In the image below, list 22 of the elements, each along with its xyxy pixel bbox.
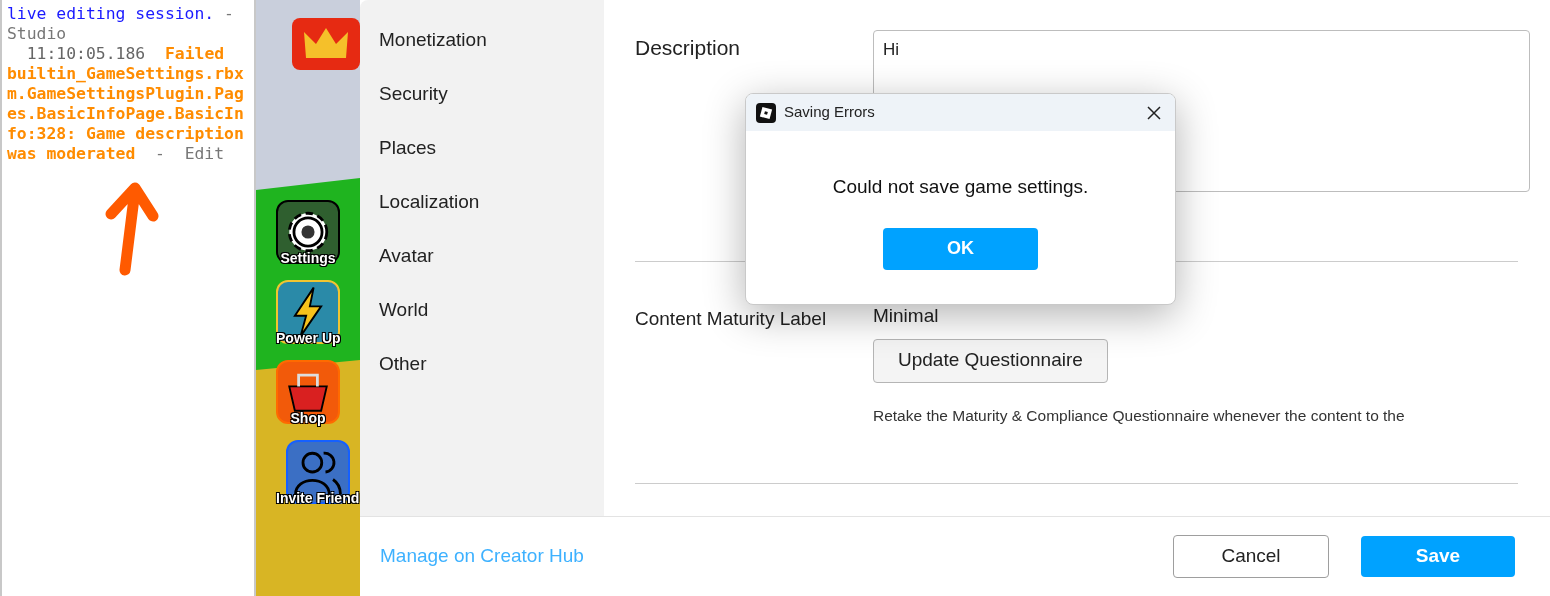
help-text: Retake the Maturity & Compliance Questionnaire whenever the content to the <box>873 405 1405 426</box>
settings-nav-item[interactable]: Other <box>379 352 604 376</box>
game-menu-button[interactable]: Settings <box>276 200 340 266</box>
settings-nav-item[interactable]: World <box>379 298 604 322</box>
field-label: Description <box>635 35 742 61</box>
settings-nav-item[interactable]: Localization <box>379 190 604 214</box>
close-button[interactable] <box>1145 103 1163 122</box>
cancel-button[interactable]: Cancel <box>1173 535 1329 578</box>
field-label: Content Maturity Label <box>635 307 828 331</box>
maturity-value: Minimal <box>873 304 939 328</box>
settings-nav-item[interactable]: Avatar <box>379 244 604 268</box>
crown-icon[interactable] <box>292 18 360 70</box>
settings-nav-item[interactable]: Monetization <box>379 28 604 52</box>
log-line: live editing session. - Studio <box>7 4 235 44</box>
dialog-title: Saving Errors <box>784 102 875 123</box>
settings-nav-item[interactable]: Places <box>379 136 604 160</box>
app-logo-icon <box>756 102 776 123</box>
update-questionnaire-button[interactable]: Update Questionnaire <box>873 338 1108 383</box>
close-icon <box>1147 105 1161 120</box>
log-line: 11:10:05.186 Failed builtin_GameSettings.rbxm.GameSettingsPlugin.Pages.BasicInfoPage.BasicInfo:328: Game description was moderated - Edit <box>7 44 245 164</box>
basket-icon <box>276 360 340 424</box>
settings-nav-item[interactable]: Security <box>379 82 604 106</box>
